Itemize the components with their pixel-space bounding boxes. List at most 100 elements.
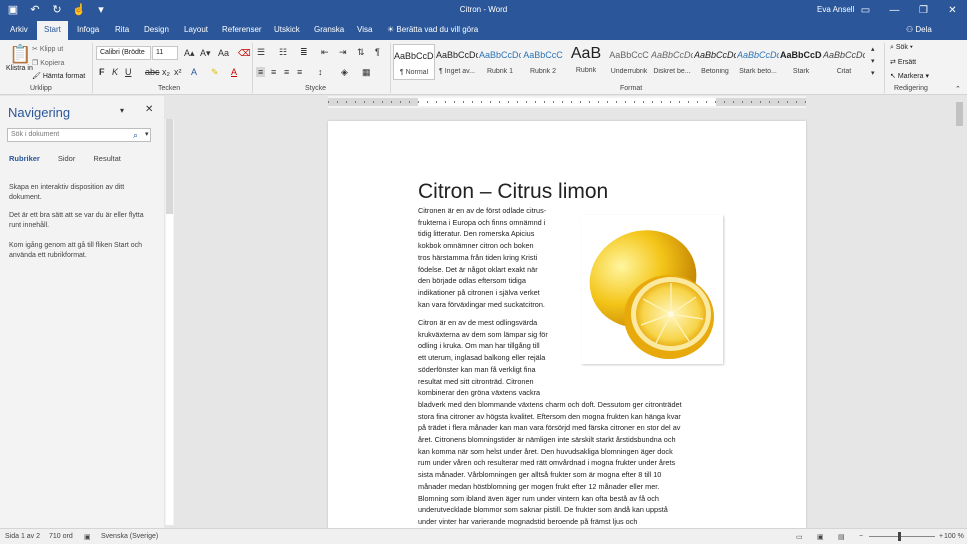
- change-case-icon[interactable]: Aa: [218, 48, 229, 58]
- tab-utskick[interactable]: Utskick: [274, 25, 300, 34]
- numbering-icon[interactable]: ☷: [279, 47, 287, 58]
- tab-visa[interactable]: Visa: [357, 25, 372, 34]
- style-heading-1[interactable]: AaBbCcDc Rubrik 1: [479, 44, 521, 80]
- tell-me-box[interactable]: ☀ Berätta vad du vill göra: [387, 25, 478, 34]
- paragraph-2-line[interactable]: månader medan höstblomning ger mogen fru…: [418, 481, 682, 493]
- document-page[interactable]: Citron – Citrus limon Citronen är en av …: [328, 121, 806, 530]
- paragraph-2-line[interactable]: under vinter har varierande mognadstid b…: [418, 516, 682, 528]
- sort-icon[interactable]: ⇅: [357, 47, 365, 58]
- style-strong[interactable]: AaBbCcDc Stark: [780, 44, 822, 80]
- style-intense-emphasis[interactable]: AaBbCcDc Stark beto...: [737, 44, 779, 80]
- style-quote[interactable]: AaBbCcDc Citat: [823, 44, 865, 80]
- search-icon[interactable]: ⌕: [133, 130, 138, 141]
- zoom-in-icon[interactable]: +: [939, 533, 943, 540]
- decrease-indent-icon[interactable]: ⇤: [321, 47, 329, 58]
- style-title[interactable]: AaB Rubrik: [565, 44, 607, 80]
- paste-icon[interactable]: 📋: [9, 44, 31, 65]
- paragraph-2-line[interactable]: året. Citronens blomningstider är nämlig…: [418, 434, 682, 446]
- style-heading-2[interactable]: AaBbCcC Rubrik 2: [522, 44, 564, 80]
- paragraph-1[interactable]: Citronen är en av de först odlade citrus…: [418, 205, 546, 310]
- nav-tab-headings[interactable]: Rubriker: [9, 154, 40, 163]
- paragraph-2-line[interactable]: resultat med sitt citronträd. Citronen: [418, 376, 682, 388]
- paragraph-2-line[interactable]: sista månader. Vårblomningen ger alltså …: [418, 469, 682, 481]
- tab-referenser[interactable]: Referenser: [222, 25, 262, 34]
- bold-icon[interactable]: F: [99, 67, 105, 77]
- paragraph-2-line[interactable]: på trädet i flera månader kan man vara f…: [418, 422, 682, 434]
- paste-button[interactable]: Klistra in: [6, 65, 33, 72]
- style-emphasis[interactable]: AaBbCcDc Betoning: [694, 44, 736, 80]
- shrink-font-icon[interactable]: A▾: [200, 48, 211, 59]
- nav-tab-results[interactable]: Resultat: [93, 154, 121, 163]
- paragraph-2-line[interactable]: rum under våren och resulterar med rätt …: [418, 457, 682, 469]
- multilevel-list-icon[interactable]: ≣: [300, 47, 308, 58]
- format-painter-button[interactable]: 🖌 Hämta format: [32, 72, 85, 80]
- paragraph-2-line[interactable]: underutvecklade blommor som saknar pisti…: [418, 504, 682, 516]
- language-indicator[interactable]: Svenska (Sverige): [101, 533, 158, 540]
- paragraph-1-line[interactable]: frukterna i Europa och finns omnämnd i: [418, 217, 546, 229]
- user-name[interactable]: Eva Ansell: [817, 5, 854, 14]
- show-formatting-icon[interactable]: ¶: [375, 47, 380, 57]
- text-effects-icon[interactable]: A: [191, 67, 197, 77]
- page-count[interactable]: Sida 1 av 2: [5, 533, 40, 540]
- nav-tab-pages[interactable]: Sidor: [58, 154, 76, 163]
- styles-scroll-icon[interactable]: ▴ ▾ ▾: [871, 44, 875, 80]
- style-normal[interactable]: AaBbCcDc ¶ Normal: [393, 44, 435, 80]
- paragraph-1-line[interactable]: tros härstamma från tiden kring Kristi: [418, 252, 546, 264]
- lemon-image[interactable]: [581, 215, 723, 364]
- shading-icon[interactable]: ◈: [341, 67, 348, 78]
- tab-rita[interactable]: Rita: [115, 25, 129, 34]
- paragraph-2-line[interactable]: stora fina citroner av högsta kvalitet. …: [418, 411, 682, 423]
- search-dropdown-icon[interactable]: ▾: [145, 130, 149, 138]
- paragraph-1-line[interactable]: kokbok omnämner citron och boken: [418, 240, 546, 252]
- italic-icon[interactable]: K: [112, 67, 118, 77]
- zoom-out-icon[interactable]: −: [859, 533, 863, 540]
- find-button[interactable]: ⌕ Sök ▾: [890, 44, 913, 52]
- replace-button[interactable]: ⇄ Ersätt: [890, 58, 916, 66]
- paragraph-1-line[interactable]: tidig litteratur. Den romerska Apicius: [418, 228, 546, 240]
- tab-arkiv[interactable]: Arkiv: [10, 25, 28, 34]
- clear-formatting-icon[interactable]: ⌫: [238, 48, 251, 59]
- read-mode-icon[interactable]: ▭: [796, 533, 803, 541]
- increase-indent-icon[interactable]: ⇥: [339, 47, 347, 58]
- superscript-icon[interactable]: x²: [174, 67, 182, 77]
- underline-icon[interactable]: U: [125, 67, 132, 77]
- highlight-icon[interactable]: ✎: [211, 67, 219, 78]
- font-name-box[interactable]: Calibri (Brödte: [96, 46, 151, 60]
- tab-design[interactable]: Design: [144, 25, 169, 34]
- paragraph-1-line[interactable]: kan vara förväxlingar med suckatcitron.: [418, 299, 546, 311]
- style-subtitle[interactable]: AaBbCcC Underrubrik: [608, 44, 650, 80]
- style-subtle-emphasis[interactable]: AaBbCcDc Diskret be...: [651, 44, 693, 80]
- proofing-icon[interactable]: ▣: [84, 533, 91, 541]
- borders-icon[interactable]: ▦: [362, 67, 371, 78]
- nav-options-icon[interactable]: ▾: [120, 106, 124, 115]
- vertical-ruler[interactable]: [165, 119, 174, 525]
- bullets-icon[interactable]: ☰: [257, 47, 265, 58]
- zoom-slider-thumb[interactable]: [898, 532, 901, 541]
- align-left-icon[interactable]: ≡: [256, 67, 266, 77]
- share-button[interactable]: ⚇ Dela: [906, 25, 932, 34]
- paragraph-1-line[interactable]: Citronen är en av de först odlade citrus…: [418, 205, 546, 217]
- tab-start[interactable]: Start: [37, 21, 68, 40]
- tab-infoga[interactable]: Infoga: [77, 25, 99, 34]
- paragraph-1-line[interactable]: födelse. Det är något oklart exakt när: [418, 264, 546, 276]
- paragraph-2-line[interactable]: kombinerar den gröna växtens vackra: [418, 387, 682, 399]
- print-layout-icon[interactable]: ▣: [817, 533, 824, 541]
- zoom-slider[interactable]: [869, 536, 935, 537]
- font-color-icon[interactable]: A: [231, 67, 237, 77]
- zoom-level[interactable]: 100 %: [944, 533, 964, 540]
- scroll-thumb[interactable]: [956, 102, 963, 126]
- paragraph-1-line[interactable]: indikationer på citronen i själva verket: [418, 287, 546, 299]
- cut-button[interactable]: ✂ Klipp ut: [32, 45, 63, 53]
- strikethrough-icon[interactable]: abc: [145, 67, 160, 77]
- select-button[interactable]: ↖ Markera ▾: [890, 72, 929, 80]
- nav-search-input[interactable]: Sök i dokument: [7, 128, 151, 142]
- line-spacing-icon[interactable]: ↕: [318, 67, 323, 77]
- minimize-icon[interactable]: —: [880, 0, 909, 21]
- tab-granska[interactable]: Granska: [314, 25, 344, 34]
- close-icon[interactable]: ✕: [938, 0, 967, 21]
- subscript-icon[interactable]: x₂: [162, 67, 170, 77]
- word-count[interactable]: 710 ord: [49, 533, 73, 540]
- font-size-box[interactable]: 11: [152, 46, 178, 60]
- copy-button[interactable]: ❐ Kopiera: [32, 59, 64, 67]
- paragraph-1-line[interactable]: den började odlas eftersom tidiga: [418, 275, 546, 287]
